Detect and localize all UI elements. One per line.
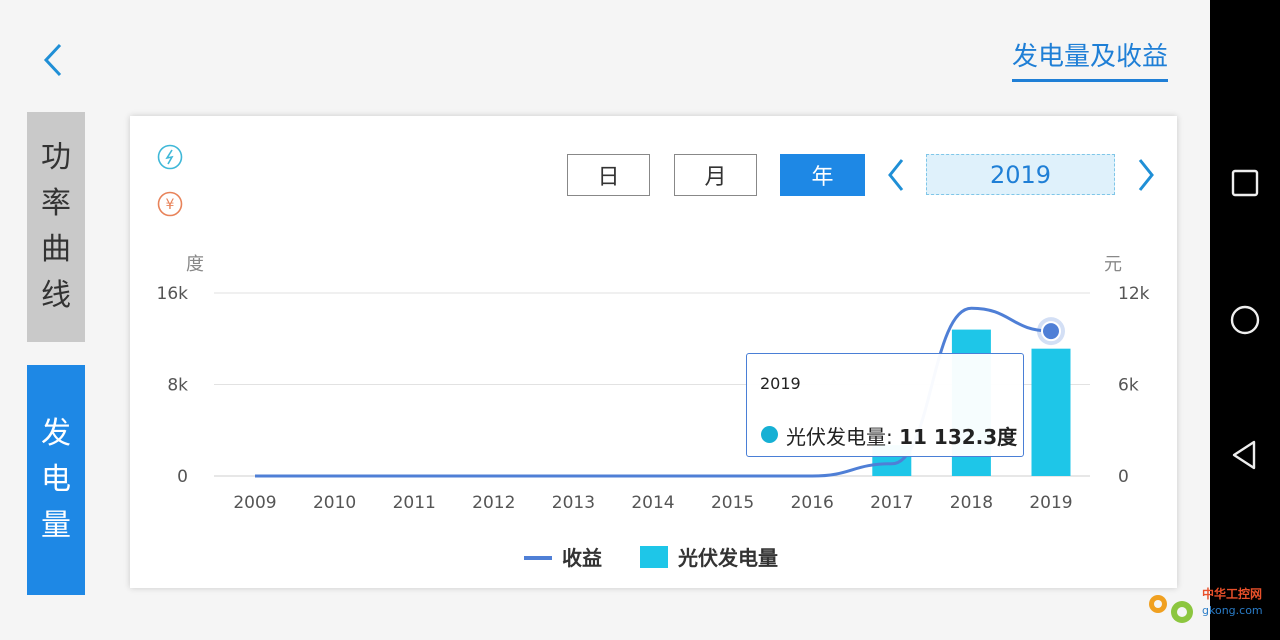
chart-tooltip: 2019 光伏发电量: 11 132.3度: [746, 353, 1024, 457]
bar-energy: [1031, 348, 1071, 476]
y-right-tick-label: 12k: [1118, 284, 1150, 304]
highlight-point: [1041, 321, 1061, 342]
x-tick-label: 2019: [1029, 493, 1072, 513]
y-left-tick-label: 16k: [157, 284, 189, 304]
svg-text:中华工控网: 中华工控网: [1202, 586, 1262, 601]
x-tick-label: 2015: [711, 493, 754, 513]
tooltip-title: 2019: [760, 374, 801, 393]
y-right-unit-label: 元: [1104, 254, 1122, 275]
x-tick-label: 2017: [870, 493, 913, 513]
legend-energy-label: 光伏发电量: [677, 546, 778, 570]
home-circle-icon[interactable]: [1227, 302, 1263, 338]
y-left-tick-label: 8k: [167, 376, 188, 396]
y-right-tick-label: 0: [1118, 467, 1129, 487]
y-right-tick-label: 6k: [1118, 376, 1139, 396]
y-left-tick-label: 0: [177, 467, 188, 487]
x-tick-label: 2009: [233, 493, 276, 513]
back-triangle-icon[interactable]: [1227, 437, 1263, 473]
legend-revenue-label: 收益: [562, 546, 602, 570]
x-tick-label: 2012: [472, 493, 515, 513]
legend-energy-swatch: [640, 546, 668, 568]
tooltip-row: 光伏发电量: 11 132.3度: [786, 421, 1017, 450]
tooltip-value: 11 132.3度: [899, 425, 1018, 449]
x-tick-label: 2018: [950, 493, 993, 513]
recents-square-icon[interactable]: [1227, 165, 1263, 201]
android-nav-bar: [1210, 0, 1280, 640]
y-left-unit-label: 度: [186, 254, 204, 275]
x-tick-label: 2014: [631, 493, 674, 513]
x-tick-label: 2011: [393, 493, 436, 513]
x-tick-label: 2016: [791, 493, 834, 513]
energy-revenue-chart: 0 0 8k 6k 16k 12k 度 元 2009 2010 2011 2012 2013 2014 20…: [157, 254, 1150, 570]
tooltip-label: 光伏发电量:: [786, 425, 900, 449]
x-tick-label: 2013: [552, 493, 595, 513]
svg-text:gkong.com: gkong.com: [1202, 604, 1263, 617]
gkong-watermark-logo: 中华工控网 gkong.com: [1149, 586, 1263, 623]
x-tick-label: 2010: [313, 493, 356, 513]
tooltip-series-dot: [761, 426, 778, 443]
